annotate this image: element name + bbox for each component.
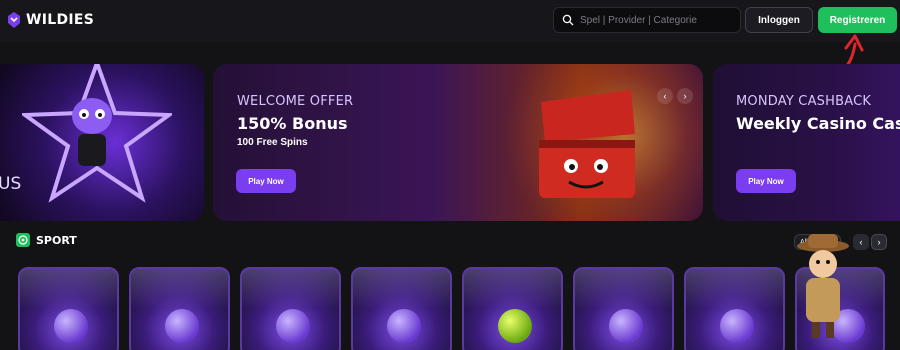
banner-headline: 150% Bonus [237, 114, 348, 133]
search-input[interactable] [580, 14, 730, 26]
detective-mascot-graphic [797, 234, 849, 338]
banner-left-text: US [0, 174, 22, 194]
brand-name: WILDIES [26, 12, 95, 28]
game-card[interactable] [129, 267, 230, 350]
sport-icon [16, 233, 30, 247]
mascot-graphic [72, 98, 112, 166]
game-card[interactable] [351, 267, 452, 350]
banner-eyebrow: MONDAY CASHBACK [736, 94, 872, 109]
promo-banner-cashback[interactable]: MONDAY CASHBACK Weekly Casino Cash Play … [713, 64, 900, 221]
game-card-row [18, 267, 885, 350]
banner-eyebrow: WELCOME OFFER [237, 94, 354, 109]
game-card[interactable] [18, 267, 119, 350]
game-card[interactable] [240, 267, 341, 350]
section-header: SPORT [16, 233, 77, 247]
search-icon [562, 14, 574, 26]
play-now-button[interactable]: Play Now [736, 169, 796, 193]
game-card[interactable] [573, 267, 674, 350]
brand-logo[interactable]: WILDIES [6, 11, 94, 29]
carousel-next-button[interactable]: › [871, 234, 887, 250]
promo-banner-left[interactable]: US [0, 64, 204, 221]
play-now-button[interactable]: Play Now [236, 169, 296, 193]
logo-icon [8, 12, 20, 28]
banner-headline: Weekly Casino Cash [736, 114, 900, 133]
promo-banner-welcome[interactable]: WELCOME OFFER 150% Bonus 100 Free Spins … [213, 64, 703, 221]
slider-next-button[interactable]: › [677, 88, 693, 104]
treasure-chest-graphic [539, 90, 635, 198]
search-box[interactable] [553, 7, 741, 33]
banner-subtext: 100 Free Spins [237, 137, 308, 148]
top-bar: WILDIES Inloggen Registreren [0, 0, 900, 42]
game-card[interactable] [684, 267, 785, 350]
game-card[interactable] [462, 267, 563, 350]
slider-controls: ‹ › [657, 88, 693, 104]
slider-prev-button[interactable]: ‹ [657, 88, 673, 104]
section-title: SPORT [36, 233, 77, 247]
